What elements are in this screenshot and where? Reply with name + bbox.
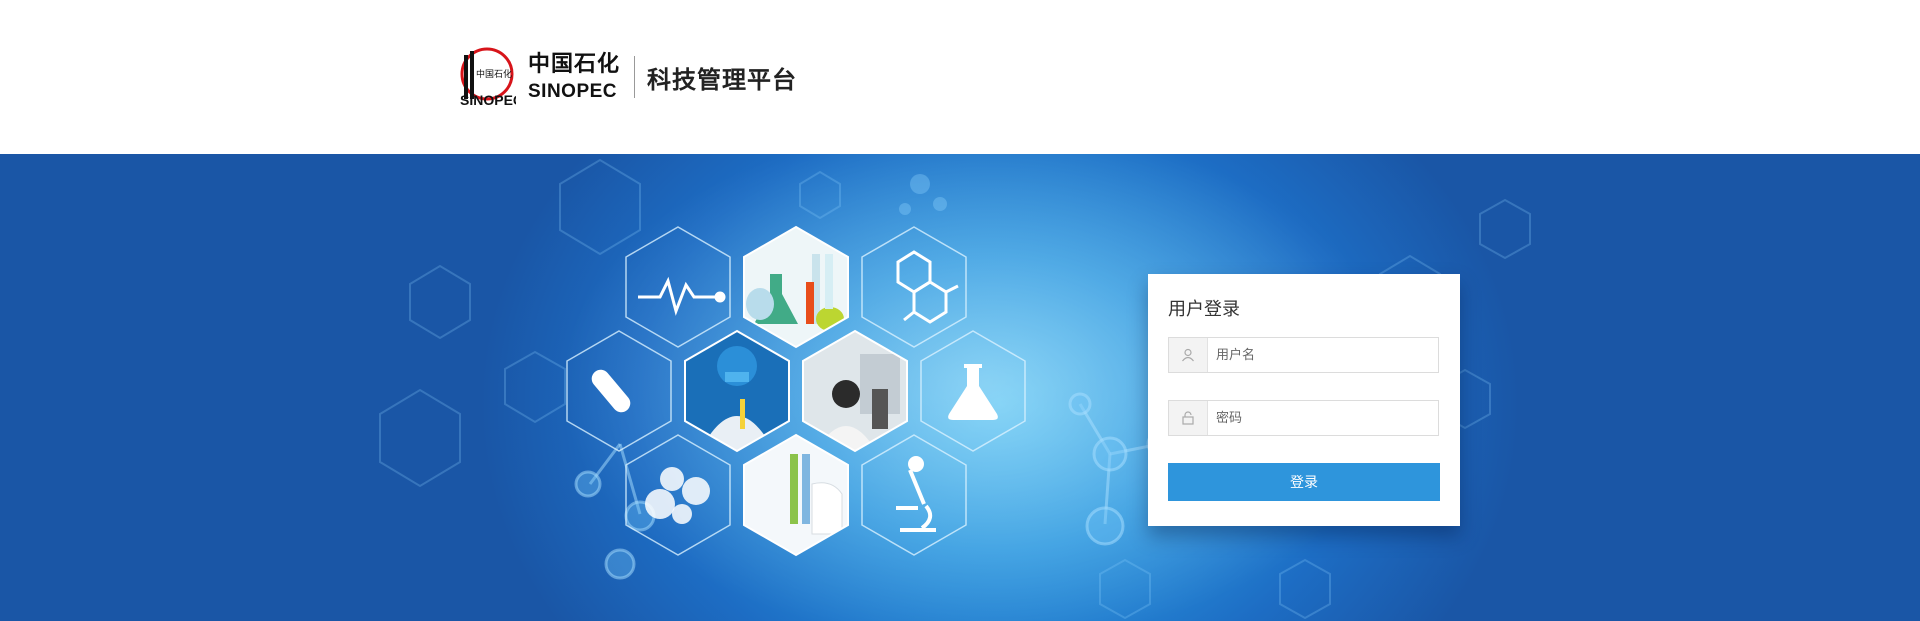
logo-text-cn: 中国石化 xyxy=(528,51,621,77)
platform-title: 科技管理平台 xyxy=(647,65,798,94)
login-title: 用户登录 xyxy=(1168,299,1240,320)
benzene-icon xyxy=(896,250,959,324)
sinopec-logo-icon: 中国石化 SINOPEC xyxy=(458,47,523,108)
scientist-photo xyxy=(685,331,789,451)
microscope-icon xyxy=(896,456,936,532)
logo-text-en: SINOPEC xyxy=(528,80,618,102)
test-tube-icon xyxy=(591,369,631,413)
username-input[interactable] xyxy=(1208,338,1436,372)
username-field[interactable] xyxy=(1168,337,1439,373)
user-icon xyxy=(1169,338,1208,372)
brand-logo[interactable]: 中国石化 SINOPEC 中国石化 SINOPEC 科技管理平台 xyxy=(458,47,798,108)
password-field[interactable] xyxy=(1168,400,1439,436)
lab-flasks-photo xyxy=(744,227,848,347)
login-button[interactable]: 登录 xyxy=(1168,463,1440,501)
flask-icon xyxy=(948,364,998,420)
pulse-icon xyxy=(638,276,726,316)
atom-bubbles-icon xyxy=(645,467,710,524)
logo-divider xyxy=(634,56,636,98)
researcher-photo xyxy=(803,331,907,451)
test-tubes-photo xyxy=(744,435,848,555)
lock-icon xyxy=(1169,401,1208,435)
header: 中国石化 SINOPEC 中国石化 SINOPEC 科技管理平台 xyxy=(0,0,1920,154)
svg-text:SINOPEC: SINOPEC xyxy=(460,92,516,107)
science-hexagon-cluster xyxy=(566,225,1026,557)
password-input[interactable] xyxy=(1208,401,1436,435)
login-card: 用户登录 登录 xyxy=(1148,274,1460,526)
svg-text:中国石化: 中国石化 xyxy=(476,68,512,80)
hero-banner xyxy=(0,154,1920,621)
